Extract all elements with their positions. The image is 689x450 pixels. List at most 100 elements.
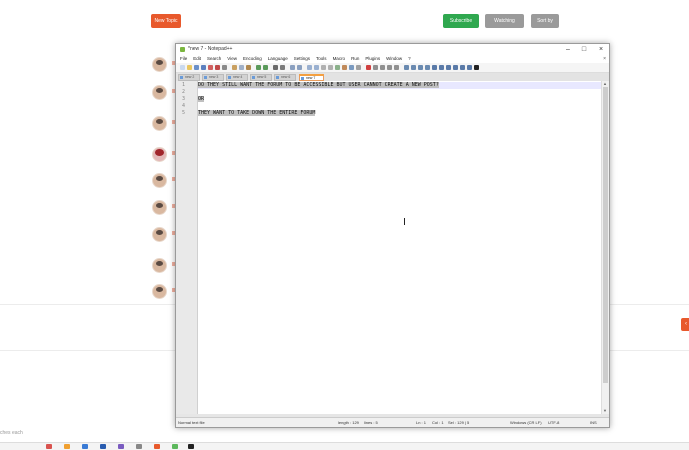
print-icon[interactable] xyxy=(222,65,227,70)
menu-language[interactable]: Language xyxy=(268,55,288,63)
replace-icon[interactable] xyxy=(280,65,285,70)
show-all-icon[interactable] xyxy=(321,65,326,70)
doc-map-icon[interactable] xyxy=(342,65,347,70)
tab-new-2[interactable]: new 2 xyxy=(178,74,200,81)
selected-text: DO THEY STILL WANT THE FORUM TO BE ACCES… xyxy=(198,82,439,88)
mouse-cursor xyxy=(404,218,405,225)
plugin-icon[interactable] xyxy=(404,65,409,70)
menu-view[interactable]: View xyxy=(227,55,237,63)
scroll-up-icon[interactable]: ▲ xyxy=(603,81,607,86)
plugin-icon[interactable] xyxy=(453,65,458,70)
app-icon[interactable] xyxy=(82,444,88,449)
line-number: 3 xyxy=(182,96,186,102)
app-icon[interactable] xyxy=(188,444,194,449)
avatar[interactable] xyxy=(152,116,167,131)
menu-edit[interactable]: Edit xyxy=(193,55,201,63)
save-macro-icon[interactable] xyxy=(394,65,399,70)
undo-icon[interactable] xyxy=(256,65,261,70)
avatar[interactable] xyxy=(152,284,167,299)
close-file-icon[interactable] xyxy=(208,65,213,70)
save-all-icon[interactable] xyxy=(201,65,206,70)
menu-search[interactable]: Search xyxy=(207,55,221,63)
avatar[interactable] xyxy=(152,85,167,100)
run-macro-icon[interactable] xyxy=(387,65,392,70)
plugin-icon[interactable] xyxy=(446,65,451,70)
subscribe-button[interactable]: Subscribe xyxy=(443,14,479,28)
function-list-icon[interactable] xyxy=(349,65,354,70)
help-icon[interactable] xyxy=(474,65,479,70)
save-icon[interactable] xyxy=(194,65,199,70)
plugin-icon[interactable] xyxy=(460,65,465,70)
plugin-icon[interactable] xyxy=(418,65,423,70)
folder-icon[interactable] xyxy=(64,444,70,449)
avatar[interactable] xyxy=(152,227,167,242)
app-icon[interactable] xyxy=(100,444,106,449)
scroll-down-icon[interactable]: ▼ xyxy=(603,408,607,413)
menu-file[interactable]: File xyxy=(180,55,187,63)
lang-icon[interactable] xyxy=(335,65,340,70)
find-icon[interactable] xyxy=(273,65,278,70)
line-number: 2 xyxy=(182,89,186,95)
menu-settings[interactable]: Settings xyxy=(294,55,310,63)
new-file-icon[interactable] xyxy=(180,65,185,70)
paste-icon[interactable] xyxy=(246,65,251,70)
plugin-icon[interactable] xyxy=(411,65,416,70)
folder-workspace-icon[interactable] xyxy=(356,65,361,70)
redo-icon[interactable] xyxy=(263,65,268,70)
menu-encoding[interactable]: Encoding xyxy=(243,55,262,63)
avatar[interactable] xyxy=(152,258,167,273)
app-icon[interactable] xyxy=(136,444,142,449)
cut-icon[interactable] xyxy=(232,65,237,70)
menu-plugins[interactable]: Plugins xyxy=(365,55,380,63)
maximize-button[interactable]: □ xyxy=(577,44,591,55)
app-icon[interactable] xyxy=(118,444,124,449)
menu-macro[interactable]: Macro xyxy=(333,55,346,63)
plugin-icon[interactable] xyxy=(467,65,472,70)
tab-new-4[interactable]: new 4 xyxy=(226,74,248,81)
menu-tools[interactable]: Tools xyxy=(316,55,327,63)
scrollbar-thumb[interactable] xyxy=(603,87,608,383)
open-file-icon[interactable] xyxy=(187,65,192,70)
editor-line-1[interactable]: DO THEY STILL WANT THE FORUM TO BE ACCES… xyxy=(198,82,439,89)
app-icon[interactable] xyxy=(154,444,160,449)
menu-window[interactable]: Window xyxy=(386,55,402,63)
avatar[interactable] xyxy=(152,173,167,188)
arrow-down-icon[interactable] xyxy=(439,65,444,70)
close-button[interactable]: × xyxy=(594,44,608,55)
tab-new-3[interactable]: new 3 xyxy=(202,74,224,81)
sync-scroll-icon[interactable] xyxy=(307,65,312,70)
plugin-icon[interactable] xyxy=(425,65,430,70)
close-document-icon[interactable]: × xyxy=(603,55,606,63)
avatar[interactable] xyxy=(152,200,167,215)
close-all-icon[interactable] xyxy=(215,65,220,70)
tab-new-6[interactable]: new 6 xyxy=(274,74,296,81)
watching-button[interactable]: Watching xyxy=(485,14,524,28)
sort-by-button[interactable]: Sort by xyxy=(531,14,559,28)
tab-new-5[interactable]: new 5 xyxy=(250,74,272,81)
title-bar[interactable]: *new 7 - Notepad++ – □ × xyxy=(176,44,609,55)
zoom-out-icon[interactable] xyxy=(297,65,302,70)
zoom-in-icon[interactable] xyxy=(290,65,295,70)
arrow-up-icon[interactable] xyxy=(432,65,437,70)
window-title: *new 7 - Notepad++ xyxy=(188,46,233,52)
new-topic-button[interactable]: New Topic xyxy=(151,14,181,28)
editor-line-5[interactable]: THEY WANT TO TAKE DOWN THE ENTIRE FORUM xyxy=(198,110,316,117)
menu-run[interactable]: Run xyxy=(351,55,359,63)
avatar[interactable] xyxy=(152,147,167,162)
editor-line-3[interactable]: OR xyxy=(198,96,205,103)
tab-new-7[interactable]: new 7 xyxy=(299,74,324,81)
play-macro-icon[interactable] xyxy=(380,65,385,70)
copy-icon[interactable] xyxy=(239,65,244,70)
side-tab-button[interactable]: ‹ xyxy=(681,318,689,331)
menu-help[interactable]: ? xyxy=(408,55,411,63)
stop-macro-icon[interactable] xyxy=(373,65,378,70)
avatar[interactable] xyxy=(152,57,167,72)
editor-area[interactable]: 1 2 3 4 5 DO THEY STILL WANT THE FORUM T… xyxy=(176,81,609,414)
wrap-icon[interactable] xyxy=(314,65,319,70)
vertical-scrollbar[interactable]: ▲ ▼ xyxy=(601,81,609,414)
browser-icon[interactable] xyxy=(46,444,52,449)
record-macro-icon[interactable] xyxy=(366,65,371,70)
app-icon[interactable] xyxy=(172,444,178,449)
indent-guide-icon[interactable] xyxy=(328,65,333,70)
minimize-button[interactable]: – xyxy=(561,44,575,55)
